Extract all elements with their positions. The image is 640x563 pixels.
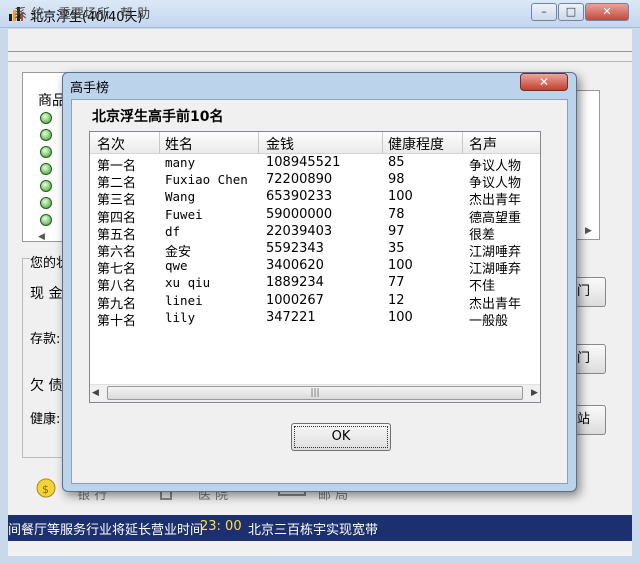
- news-ticker-time: 23: 00: [200, 519, 242, 534]
- menu-system[interactable]: 系 统: [14, 3, 44, 22]
- bank-icon[interactable]: $: [32, 476, 62, 502]
- goods-status-icon: [40, 180, 52, 192]
- goods-scroll-left-icon[interactable]: ◀: [38, 232, 45, 242]
- row-fame: 德高望重: [469, 210, 522, 226]
- news-ticker: 间餐厅等服务行业将延长营业时间 23: 00 北京三百栋宇实现宽带: [8, 515, 632, 541]
- column-header-rank[interactable]: 名次: [97, 134, 125, 154]
- row-money: 347221: [266, 309, 316, 325]
- row-money: 1889234: [266, 275, 324, 291]
- minimize-button[interactable]: –: [531, 3, 557, 21]
- row-health: 77: [388, 275, 405, 291]
- row-rank: 第三名: [97, 193, 137, 209]
- row-fame: 争议人物: [469, 176, 522, 192]
- menu-bar: [8, 29, 632, 51]
- row-player-name: xu qiu: [165, 275, 211, 291]
- right-action-button[interactable]: 站: [572, 405, 606, 435]
- row-fame: 江湖唾弃: [469, 245, 522, 260]
- row-rank: 第十名: [97, 313, 137, 329]
- row-rank: 第八名: [97, 279, 137, 295]
- goods-status-icon: [40, 146, 52, 158]
- health-label: 健康:: [30, 412, 61, 427]
- row-player-name: linei: [165, 292, 203, 308]
- news-ticker-text: 间餐厅等服务行业将延长营业时间: [8, 523, 204, 538]
- row-money: 108945521: [266, 155, 341, 170]
- row-health: 78: [388, 206, 405, 222]
- cash-label: 现 金: [30, 286, 63, 302]
- row-money: 3400620: [266, 258, 324, 274]
- right-action-button[interactable]: 门: [572, 277, 606, 307]
- row-health: 100: [388, 189, 413, 205]
- leaderboard-heading: 北京浮生高手前10名: [92, 109, 224, 125]
- row-player-name: many: [165, 155, 196, 170]
- row-rank: 第四名: [97, 210, 137, 226]
- scroll-right-arrow-icon[interactable]: ▶: [531, 388, 538, 398]
- row-rank: 第二名: [97, 176, 137, 192]
- market-scroll-right-icon[interactable]: ▶: [585, 226, 592, 236]
- close-button[interactable]: ✕: [585, 3, 629, 21]
- toolbar-strip: [8, 52, 632, 62]
- row-fame: 江湖唾弃: [469, 262, 522, 278]
- row-health: 12: [388, 292, 405, 308]
- row-rank: 第九名: [97, 296, 137, 312]
- row-rank: 第一名: [97, 159, 137, 174]
- menu-help[interactable]: 帮 助: [120, 3, 150, 22]
- market-list-panel[interactable]: [576, 90, 600, 240]
- row-fame: 杰出青年: [469, 193, 522, 209]
- row-money: 22039403: [266, 223, 333, 239]
- row-health: 97: [388, 223, 405, 239]
- goods-status-icon: [40, 163, 52, 175]
- svg-text:$: $: [42, 483, 49, 496]
- row-health: 98: [388, 172, 405, 188]
- goods-status-icon: [40, 112, 52, 124]
- row-fame: 争议人物: [469, 159, 522, 174]
- row-player-name: qwe: [165, 258, 188, 274]
- row-money: 1000267: [266, 292, 324, 308]
- column-header-money[interactable]: 金钱: [266, 134, 294, 154]
- scroll-thumb[interactable]: |||: [107, 386, 523, 400]
- row-rank: 第七名: [97, 262, 137, 278]
- row-player-name: 金安: [165, 245, 192, 260]
- dialog-title: 高手榜: [70, 81, 110, 96]
- scroll-left-arrow-icon[interactable]: ◀: [92, 388, 99, 398]
- goods-status-icon: [40, 214, 52, 226]
- ok-button[interactable]: OK: [291, 423, 391, 451]
- row-money: 5592343: [266, 241, 324, 256]
- goods-status-icon: [40, 129, 52, 141]
- row-money: 59000000: [266, 206, 333, 222]
- row-fame: 杰出青年: [469, 296, 522, 312]
- column-header-name[interactable]: 姓名: [165, 134, 193, 154]
- debt-label: 欠 债: [30, 378, 63, 394]
- maximize-button[interactable]: □: [558, 3, 584, 21]
- row-rank: 第五名: [97, 227, 137, 243]
- row-fame: 不佳: [469, 279, 496, 295]
- column-divider[interactable]: [258, 132, 259, 154]
- row-player-name: Fuxiao Chen: [165, 172, 248, 188]
- row-money: 65390233: [266, 189, 333, 205]
- menu-important-places[interactable]: 重要场所: [58, 3, 110, 22]
- row-player-name: df: [165, 223, 181, 239]
- column-header-fame[interactable]: 名声: [469, 134, 497, 154]
- dialog-close-button[interactable]: ✕: [520, 73, 568, 91]
- row-fame: 一般般: [469, 313, 509, 329]
- row-health: 100: [388, 258, 413, 274]
- row-fame: 很差: [469, 227, 496, 243]
- deposit-label: 存款:: [30, 332, 61, 347]
- row-rank: 第六名: [97, 245, 137, 260]
- row-health: 100: [388, 309, 413, 325]
- column-divider[interactable]: [462, 132, 463, 154]
- column-header-health[interactable]: 健康程度: [388, 134, 444, 154]
- row-player-name: Wang: [165, 189, 196, 205]
- news-ticker-text: 北京三百栋宇实现宽带: [248, 523, 379, 538]
- row-health: 85: [388, 155, 405, 170]
- row-player-name: Fuwei: [165, 206, 203, 222]
- goods-status-icon: [40, 197, 52, 209]
- row-health: 35: [388, 241, 405, 256]
- row-player-name: lily: [165, 309, 196, 325]
- column-divider[interactable]: [159, 132, 160, 154]
- column-divider[interactable]: [382, 132, 383, 154]
- right-action-button[interactable]: 门: [572, 344, 606, 374]
- row-money: 72200890: [266, 172, 333, 188]
